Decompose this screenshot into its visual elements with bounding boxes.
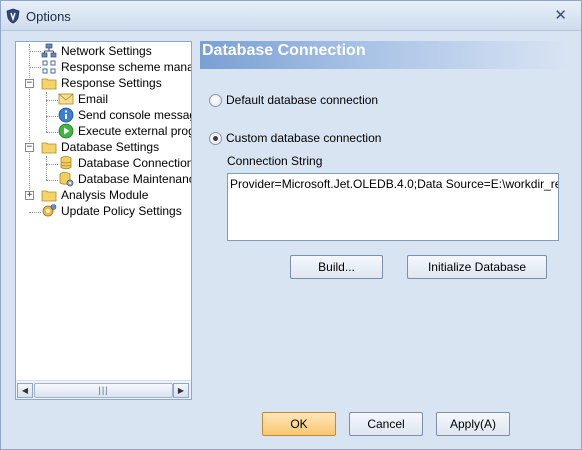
radio-custom-dot[interactable]	[209, 131, 222, 145]
apply-button[interactable]: Apply(A)	[436, 412, 510, 436]
tree-line	[46, 132, 58, 133]
radio-default-dot[interactable]	[209, 93, 222, 107]
tree-item-database-maintenance[interactable]: Database Maintenance	[58, 171, 191, 187]
app-shield-icon	[6, 8, 20, 24]
window-title: Options	[26, 9, 71, 24]
tree-item-response-settings[interactable]: Response Settings	[41, 75, 162, 91]
collapse-icon[interactable]: −	[25, 143, 34, 152]
tree-item-label: Email	[78, 92, 109, 106]
cancel-button[interactable]: Cancel	[349, 412, 423, 436]
tree-item-database-connection[interactable]: Database Connection	[58, 155, 191, 171]
tree-item-execute-external-program[interactable]: Execute external progra	[58, 123, 191, 139]
scroll-thumb[interactable]: |||	[34, 383, 173, 398]
title-bar: Options ✕	[1, 1, 581, 31]
tree-line	[29, 67, 41, 68]
build-button[interactable]: Build...	[290, 255, 383, 279]
folder-icon	[41, 78, 57, 90]
tree-item-response-scheme[interactable]: Response scheme manage	[41, 59, 191, 75]
tree-item-network-settings[interactable]: Network Settings	[41, 43, 152, 59]
expand-icon[interactable]: +	[25, 191, 34, 200]
radio-custom-connection[interactable]: Custom database connection	[209, 131, 381, 145]
tree-line	[46, 164, 58, 165]
scroll-right-icon[interactable]: ▶	[173, 383, 189, 398]
tree-item-update-policy-settings[interactable]: Update Policy Settings	[41, 203, 182, 219]
scheme-icon	[42, 60, 56, 74]
play-icon	[58, 123, 74, 139]
database-icon	[60, 156, 72, 170]
tree-item-label: Database Maintenance	[78, 172, 191, 186]
tree-line	[46, 156, 47, 180]
collapse-icon[interactable]: −	[25, 79, 34, 88]
tree-item-label: Execute external progra	[78, 124, 191, 138]
scroll-left-icon[interactable]: ◀	[17, 383, 33, 398]
settings-tree[interactable]: − − + Network Settings Response scheme m…	[15, 41, 192, 400]
tree-item-email[interactable]: Email	[58, 91, 108, 107]
info-icon	[58, 107, 74, 123]
tree-item-label: Response scheme manage	[61, 60, 191, 74]
connection-string-label: Connection String	[227, 154, 323, 168]
tree-item-label: Send console message	[78, 108, 191, 122]
tree-item-label: Database Connection	[78, 156, 191, 170]
panel-title: Database Connection	[202, 42, 366, 59]
tree-horizontal-scrollbar[interactable]: ◀ ||| ▶	[16, 380, 191, 399]
database-connection-panel: Database Connection Default database con…	[200, 41, 570, 400]
email-icon	[58, 93, 74, 105]
tree-item-label: Analysis Module	[61, 188, 149, 202]
database-gear-icon	[59, 172, 74, 187]
options-window: Options ✕ − − + Network Settings Respons…	[0, 0, 582, 450]
connection-string-field[interactable]: Provider=Microsoft.Jet.OLEDB.4.0;Data So…	[227, 173, 559, 241]
tree-line	[46, 180, 58, 181]
radio-custom-label: Custom database connection	[226, 131, 382, 145]
tree-item-label: Update Policy Settings	[61, 204, 182, 218]
tree-item-send-console-message[interactable]: Send console message	[58, 107, 191, 123]
tree-item-database-settings[interactable]: Database Settings	[41, 139, 159, 155]
folder-icon	[41, 142, 57, 154]
radio-default-label: Default database connection	[226, 93, 379, 107]
tree-line	[46, 116, 58, 117]
ok-button[interactable]: OK	[262, 412, 336, 436]
folder-icon	[41, 190, 57, 202]
tree-line	[29, 212, 41, 213]
tree-line	[46, 92, 47, 132]
tree-item-label: Network Settings	[61, 44, 152, 58]
tree-line	[46, 100, 58, 101]
tree-item-label: Response Settings	[61, 76, 162, 90]
tree-item-label: Database Settings	[61, 140, 160, 154]
policy-gear-icon	[42, 204, 57, 217]
scroll-grip: |||	[98, 385, 109, 395]
initialize-database-button[interactable]: Initialize Database	[407, 255, 547, 279]
close-icon[interactable]: ✕	[554, 6, 567, 24]
tree-item-analysis-module[interactable]: Analysis Module	[41, 187, 148, 203]
radio-default-connection[interactable]: Default database connection	[209, 93, 378, 107]
tree-items: − − + Network Settings Response scheme m…	[16, 42, 191, 380]
network-icon	[41, 43, 57, 58]
panel-header: Database Connection	[200, 41, 570, 69]
tree-line	[29, 51, 41, 52]
